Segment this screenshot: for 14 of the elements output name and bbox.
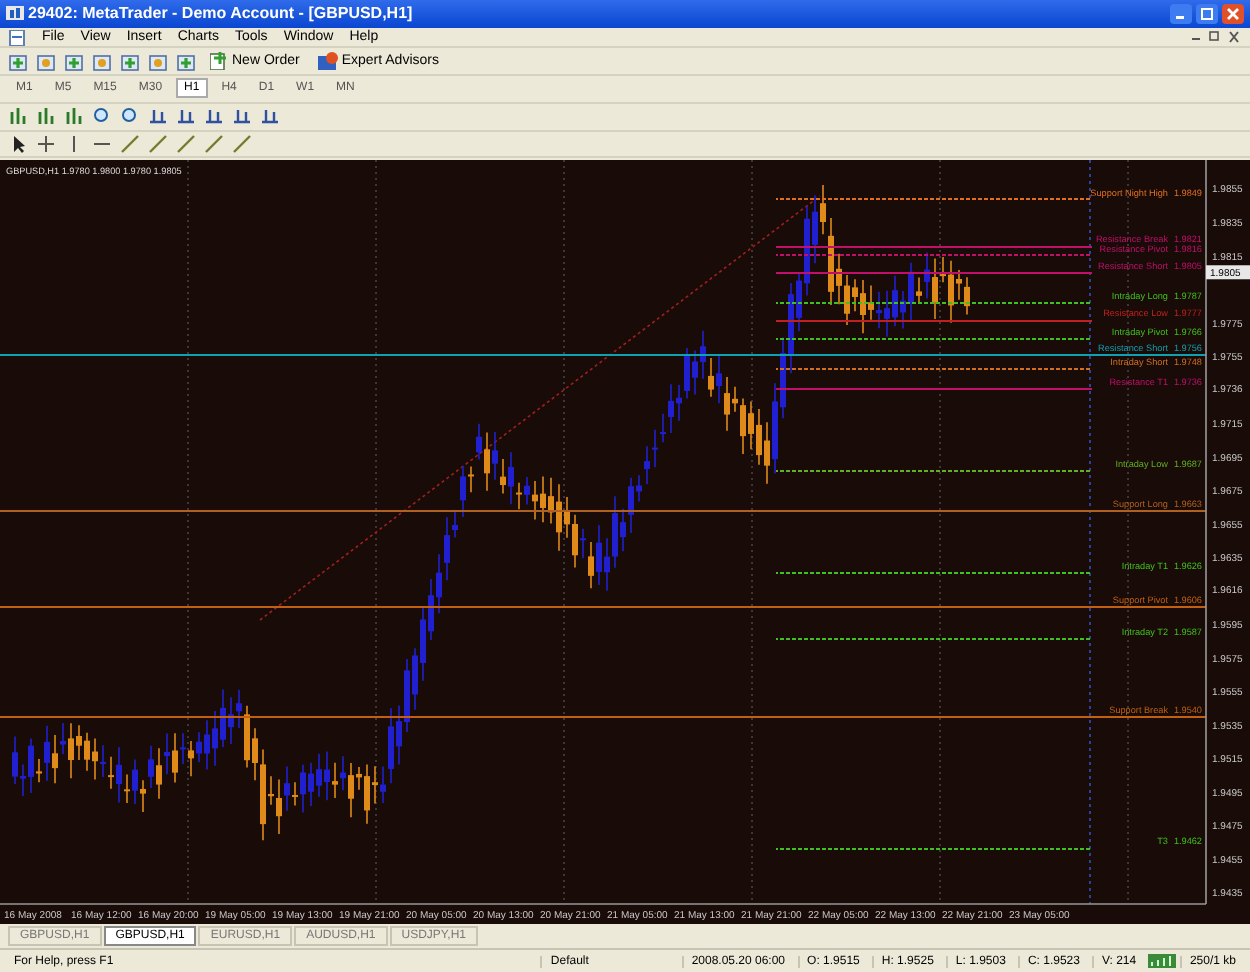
bar-chart-icon[interactable] [8, 106, 30, 127]
new-chart-icon[interactable] [8, 51, 30, 72]
window-controls-icon[interactable] [1190, 30, 1242, 45]
trendline-icon[interactable] [120, 133, 142, 154]
document-icon [8, 29, 26, 46]
cursor-icon[interactable] [8, 133, 30, 154]
app-icon [6, 4, 24, 23]
experts-icon [317, 52, 338, 71]
order-icon [210, 52, 228, 71]
maximize-button[interactable] [1196, 3, 1218, 24]
minimize-button[interactable] [1170, 3, 1192, 24]
close-button[interactable] [1222, 3, 1244, 24]
window-title: 29402: MetaTrader - Demo Account - [GBPUSD,H1] [28, 4, 413, 23]
connection-icon [1148, 954, 1176, 969]
